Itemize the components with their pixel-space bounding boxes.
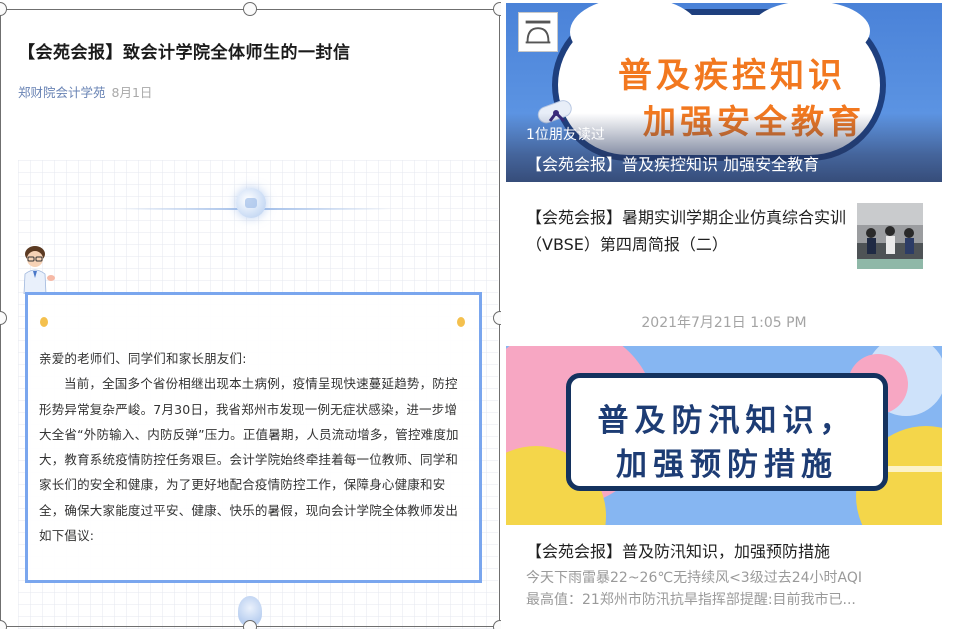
decorative-dot (457, 317, 465, 327)
friends-read-count: 1位朋友读过 (526, 127, 605, 143)
feed-card-title[interactable]: 【会苑会报】暑期实训学期企业仿真综合实训（VBSE）第四周简报（二） (526, 204, 846, 258)
feed-card-excerpt: 今天下雨雷暴22~26℃无持续风<3级过去24小时AQI 最高值：21郑州市防汛… (526, 567, 936, 611)
resize-handle-bottom-left[interactable] (0, 620, 7, 629)
resize-handle-top[interactable] (243, 2, 257, 16)
article-source-link[interactable]: 郑财院会计学苑 (18, 85, 106, 100)
notice-body: 当前，全国多个省份相继出现本土病例，疫情呈现快速蔓延趋势，防控形势异常复杂严峻。… (39, 376, 459, 544)
resize-handle-bottom-right[interactable] (493, 620, 501, 629)
decorative-dot (40, 317, 48, 327)
resize-handle-top-left[interactable] (0, 2, 7, 16)
article-meta: 郑财院会计学苑 8月1日 (18, 82, 152, 101)
divider-orb-icon (236, 188, 266, 218)
doctor-cartoon-icon (23, 246, 55, 294)
article-title: 【会苑会报】致会计学院全体师生的一封信 (18, 43, 351, 63)
banner-headline: 普及疾控知识 (618, 56, 846, 96)
card-thumbnail-image (857, 203, 923, 269)
feed-timestamp: 2021年7月21日 1:05 PM (641, 315, 807, 331)
resize-handle-right[interactable] (493, 311, 501, 325)
feed-card-title[interactable]: 【会苑会报】普及疾控知识 加强安全教育 (526, 151, 819, 175)
article-feed: 普及疾控知识 加强安全教育 1位朋友读过 【会苑会报】普及疾控知识 加强安全教育… (506, 0, 953, 629)
feed-card-title[interactable]: 【会苑会报】普及防汛知识，加强预防措施 (526, 538, 830, 562)
excerpt-line: 最高值：21郑州市防汛抗旱指挥部提醒:目前我市已... (526, 592, 856, 608)
excerpt-line: 今天下雨雷暴22~26℃无持续风<3级过去24小时AQI (526, 570, 863, 586)
feed-card-item[interactable]: 【会苑会报】暑期实训学期企业仿真综合实训（VBSE）第四周简报（二） (506, 182, 942, 286)
feed-card-featured[interactable]: 普及防汛知识， 加强预防措施 【会苑会报】普及防汛知识，加强预防措施 今天下雨雷… (506, 346, 942, 629)
feed-card-featured[interactable]: 普及疾控知识 加强安全教育 1位朋友读过 【会苑会报】普及疾控知识 加强安全教育 (506, 3, 942, 182)
article-date: 8月1日 (111, 85, 153, 100)
notice-greeting: 亲爱的老师们、同学们和家长朋友们: (39, 351, 247, 366)
banner-subheadline: 加强预防措施 (616, 447, 838, 483)
banner-headline: 普及防汛知识， (597, 403, 857, 439)
document-icon (518, 12, 558, 52)
article-image[interactable]: 【会苑会报】致会计学院全体师生的一封信 郑财院会计学苑 8月1日 亲爱的老师们、同… (0, 0, 501, 629)
resize-handle-left[interactable] (0, 311, 7, 325)
notice-box: 亲爱的老师们、同学们和家长朋友们: 当前，全国多个省份相继出现本土病例，疫情呈现… (25, 292, 482, 583)
resize-handle-top-right[interactable] (493, 2, 501, 16)
resize-handle-bottom[interactable] (243, 620, 257, 629)
notice-text: 亲爱的老师们、同学们和家长朋友们: 当前，全国多个省份相继出现本土病例，疫情呈现… (39, 346, 469, 548)
